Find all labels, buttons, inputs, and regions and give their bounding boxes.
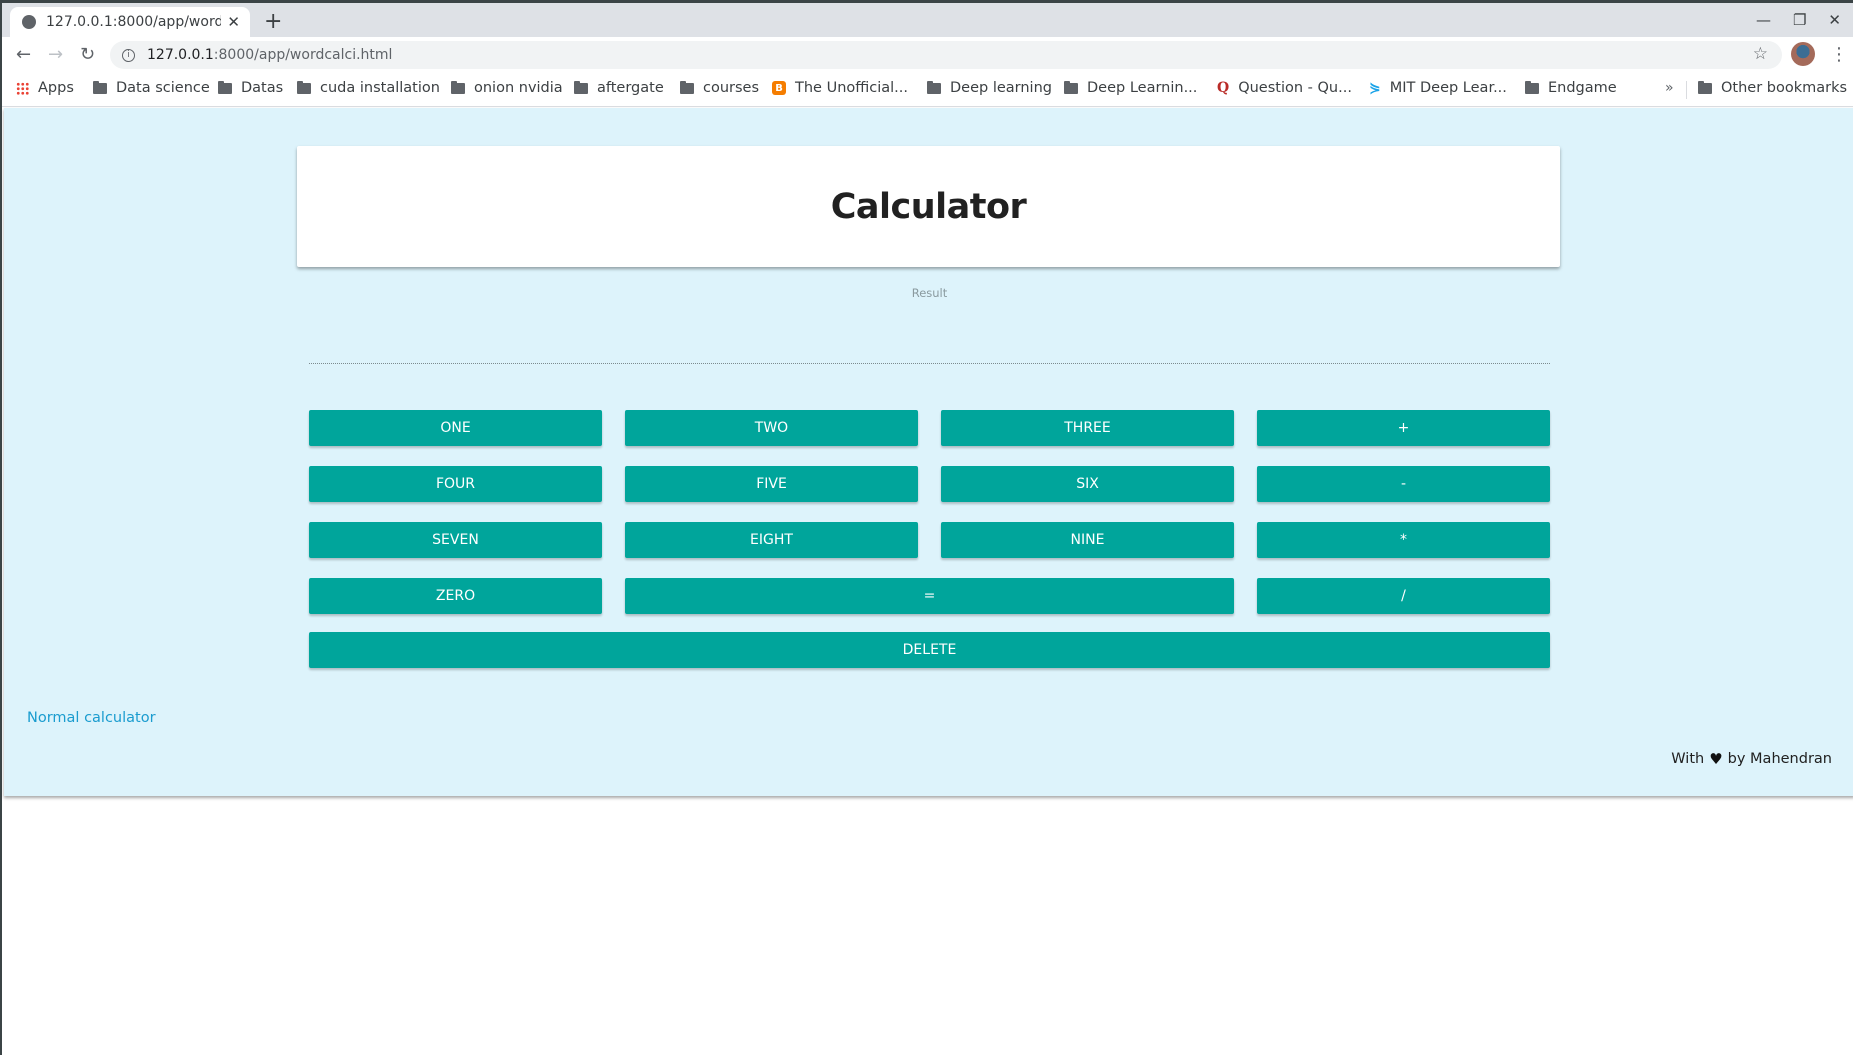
button-plus[interactable]: + (1257, 410, 1550, 446)
button-delete[interactable]: DELETE (309, 632, 1550, 668)
quora-icon: Q (1217, 80, 1230, 96)
footer-author: by Mahendran (1727, 751, 1832, 767)
url-host: 127.0.0.1 (147, 47, 214, 63)
more-bookmarks-chevron-icon[interactable]: » (1665, 80, 1674, 96)
forward-arrow-icon[interactable]: → (48, 44, 63, 65)
bookmark-deep-learning[interactable]: Deep learning (927, 80, 1052, 96)
browser-window: 127.0.0.1:8000/app/wordc ✕ + — ❐ ✕ ← → ↻… (0, 0, 1853, 1055)
bookmark-courses[interactable]: courses (680, 80, 759, 96)
bookmark-cuda-installation[interactable]: cuda installation (297, 80, 440, 96)
button-four[interactable]: FOUR (309, 466, 602, 502)
normal-calculator-link[interactable]: Normal calculator (27, 710, 156, 726)
folder-icon (927, 80, 941, 94)
bookmarks-divider (1686, 81, 1687, 99)
restore-icon[interactable]: ❐ (1793, 11, 1806, 29)
folder-icon (680, 80, 694, 94)
button-seven[interactable]: SEVEN (309, 522, 602, 558)
button-five[interactable]: FIVE (625, 466, 918, 502)
url-path: :8000/app/wordcalci.html (213, 47, 393, 63)
info-icon[interactable]: i (122, 48, 135, 62)
button-three[interactable]: THREE (941, 410, 1234, 446)
bookmark-star-icon[interactable]: ☆ (1753, 44, 1768, 64)
button-one[interactable]: ONE (309, 410, 602, 446)
reload-icon[interactable]: ↻ (80, 44, 95, 65)
bookmark-data-science[interactable]: Data science (93, 80, 210, 96)
result-underline (309, 363, 1550, 364)
bookmark-the-unofficial[interactable]: B The Unofficial... (772, 80, 908, 96)
folder-icon (1064, 80, 1078, 94)
close-icon[interactable]: ✕ (1828, 11, 1841, 29)
page-title: Calculator (830, 186, 1027, 227)
new-tab-button[interactable]: + (264, 9, 282, 34)
browser-tab[interactable]: 127.0.0.1:8000/app/wordc ✕ (10, 7, 250, 37)
bookmarks-bar: Apps Data science Datas cuda installatio… (2, 73, 1853, 107)
button-six[interactable]: SIX (941, 466, 1234, 502)
bookmark-datas[interactable]: Datas (218, 80, 283, 96)
button-eight[interactable]: EIGHT (625, 522, 918, 558)
heart-icon: ♥ (1709, 750, 1723, 768)
bookmark-other-bookmarks[interactable]: Other bookmarks (1698, 80, 1847, 96)
button-two[interactable]: TWO (625, 410, 918, 446)
bookmark-question-quora[interactable]: Q Question - Qu... (1217, 80, 1352, 96)
folder-icon (218, 80, 232, 94)
bookmark-onion-nvidia[interactable]: onion nvidia (451, 80, 563, 96)
window-controls: — ❐ ✕ (1756, 11, 1841, 29)
button-minus[interactable]: - (1257, 466, 1550, 502)
back-arrow-icon[interactable]: ← (16, 44, 31, 65)
bookmark-endgame[interactable]: Endgame (1525, 80, 1617, 96)
button-divide[interactable]: / (1257, 578, 1550, 614)
button-multiply[interactable]: * (1257, 522, 1550, 558)
blogger-icon: B (772, 81, 786, 95)
address-bar[interactable]: i 127.0.0.1 :8000/app/wordcalci.html ☆ (110, 41, 1782, 69)
page-content: Calculator Result ONE TWO THREE + FOUR F… (4, 108, 1853, 796)
tab-close-icon[interactable]: ✕ (227, 13, 240, 31)
minimize-icon[interactable]: — (1756, 11, 1771, 29)
footer-credit: With ♥ by Mahendran (1671, 750, 1832, 768)
bookmark-deep-learnin[interactable]: Deep Learnin... (1064, 80, 1197, 96)
tab-strip: 127.0.0.1:8000/app/wordc ✕ + — ❐ ✕ (2, 3, 1853, 37)
folder-icon (451, 80, 465, 94)
result-display (309, 318, 1550, 358)
bookmark-mit-deep-learning[interactable]: ⋟ MIT Deep Lear... (1369, 80, 1507, 96)
folder-icon (574, 80, 588, 94)
profile-avatar[interactable] (1791, 42, 1815, 66)
browser-toolbar: ← → ↻ i 127.0.0.1 :8000/app/wordcalci.ht… (2, 37, 1853, 73)
bookmark-apps[interactable]: Apps (16, 80, 74, 96)
button-zero[interactable]: ZERO (309, 578, 602, 614)
button-equals[interactable]: = (625, 578, 1234, 614)
folder-icon (297, 80, 311, 94)
tab-title: 127.0.0.1:8000/app/wordc (46, 14, 222, 30)
header-card: Calculator (297, 146, 1560, 267)
folder-icon (93, 80, 107, 94)
folder-icon (1525, 80, 1539, 94)
folder-icon (1698, 80, 1712, 94)
result-label: Result (911, 286, 948, 300)
menu-dots-icon[interactable]: ⋮ (1830, 44, 1848, 65)
bookmark-aftergate[interactable]: aftergate (574, 80, 664, 96)
mit-icon: ⋟ (1369, 80, 1381, 96)
button-nine[interactable]: NINE (941, 522, 1234, 558)
globe-icon (22, 15, 36, 29)
footer-prefix: With (1671, 751, 1705, 767)
apps-grid-icon (16, 81, 29, 95)
